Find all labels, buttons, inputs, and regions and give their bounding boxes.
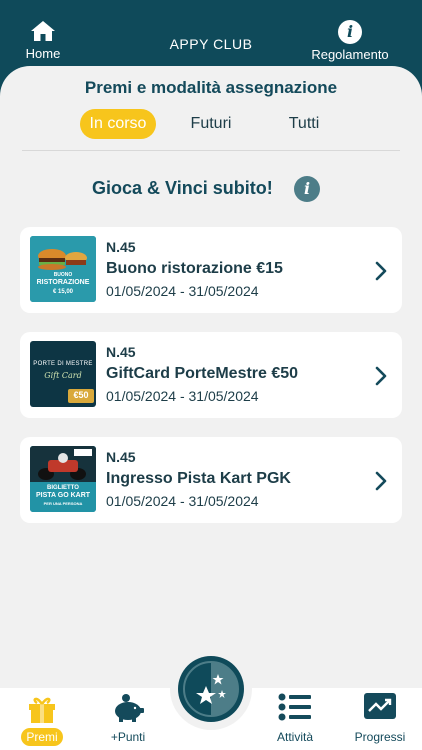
prize-thumbnail-food-voucher: BUONO RISTORAZIONE € 15,00	[30, 236, 96, 302]
nav-punti[interactable]: +Punti	[98, 688, 158, 750]
game-title: Gioca & Vinci subito!	[92, 178, 273, 198]
thumb-text: € 15,00	[52, 289, 74, 295]
nav-punti-label: +Punti	[110, 730, 146, 744]
prize-thumbnail-kart: BIGLIETTO PISTA GO KART PER UNA PERSONA	[30, 446, 96, 512]
prize-dates: 01/05/2024 - 31/05/2024	[106, 388, 259, 404]
chevron-right-icon	[375, 471, 387, 491]
nav-premi-label: Premi	[21, 728, 63, 746]
piggy-bank-icon	[115, 694, 144, 722]
prize-card[interactable]: BIGLIETTO PISTA GO KART PER UNA PERSONA …	[20, 437, 402, 523]
thumb-text: PISTA GO KART	[35, 492, 91, 499]
nav-premi[interactable]: Premi	[12, 688, 72, 750]
prize-dates: 01/05/2024 - 31/05/2024	[106, 283, 259, 299]
nav-progressi-label: Progressi	[354, 730, 406, 744]
prize-thumbnail-giftcard: PORTE DI MESTRE Gift Card €50	[30, 341, 96, 407]
thumb-text: RISTORAZIONE	[36, 279, 90, 286]
prize-name: Ingresso Pista Kart PGK	[106, 470, 291, 487]
prize-dates: 01/05/2024 - 31/05/2024	[106, 493, 259, 509]
thumb-text: PER UNA PERSONA	[43, 501, 83, 506]
giftcard-badge: €50	[68, 389, 94, 403]
chevron-right-icon	[375, 366, 387, 386]
prize-number: N.45	[106, 449, 136, 465]
chevron-right-icon	[375, 261, 387, 281]
gift-icon	[29, 697, 55, 723]
game-info-icon[interactable]: i	[294, 176, 320, 202]
nav-attivita[interactable]: Attività	[265, 688, 325, 750]
info-icon: i	[338, 20, 362, 44]
tab-tutti[interactable]: Tutti	[274, 109, 334, 139]
list-icon	[278, 693, 311, 721]
tab-in-corso[interactable]: In corso	[80, 109, 156, 139]
thumb-text: BIGLIETTO	[47, 485, 79, 491]
nav-progressi[interactable]: Progressi	[348, 688, 412, 750]
prize-card[interactable]: PORTE DI MESTRE Gift Card €50 N.45 GiftC…	[20, 332, 402, 418]
divider	[22, 150, 400, 151]
prize-name: Buono ristorazione €15	[106, 260, 283, 277]
stars-button[interactable]	[178, 656, 244, 722]
trend-chart-icon	[364, 693, 396, 719]
thumb-text: Gift Card	[44, 371, 82, 380]
nav-attivita-label: Attività	[276, 730, 313, 744]
prize-number: N.45	[106, 239, 136, 255]
section-title: Premi e modalità assegnazione	[84, 78, 338, 97]
rules-label: Regolamento	[311, 47, 389, 62]
prize-card[interactable]: BUONO RISTORAZIONE € 15,00 N.45 Buono ri…	[20, 227, 402, 313]
rules-button[interactable]: i Regolamento	[308, 20, 392, 62]
stars-icon	[183, 661, 239, 717]
prize-number: N.45	[106, 344, 136, 360]
thumb-text: PORTE DI MESTRE	[33, 361, 93, 367]
thumb-text: BUONO	[53, 272, 73, 278]
prize-name: GiftCard PorteMestre €50	[106, 365, 299, 382]
main-content: Premi e modalità assegnazione In corso F…	[0, 66, 422, 688]
thumb-text: €50	[73, 390, 89, 400]
tab-futuri[interactable]: Futuri	[180, 109, 242, 139]
